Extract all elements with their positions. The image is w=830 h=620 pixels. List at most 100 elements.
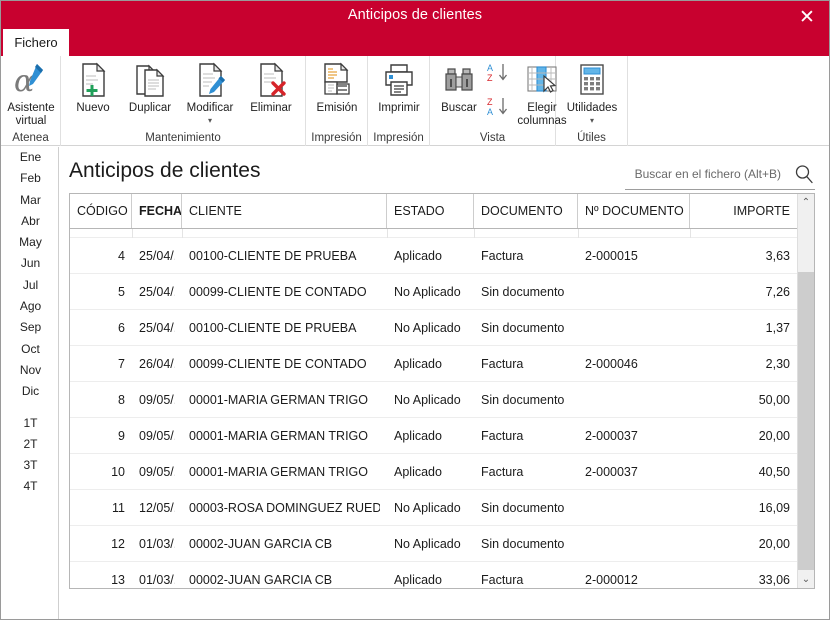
ribbon-group-title-emision: Impresión (311, 132, 362, 144)
sidebar-month-jun[interactable]: Jun (2, 253, 59, 274)
table-row[interactable]: 4 25/04/... 00100-CLIENTE DE PRUEBA Aplicad… (70, 238, 797, 274)
table-cell-codigo: 4 (118, 249, 125, 263)
svg-text:Z: Z (487, 97, 493, 107)
table-header-estado[interactable]: ESTADO (387, 194, 474, 228)
sidebar-month-ago[interactable]: Ago (2, 296, 59, 317)
sidebar-quarter-4t[interactable]: 4T (2, 476, 59, 497)
table-cell-ndoc (585, 490, 683, 526)
sidebar-month-ene[interactable]: Ene (2, 147, 59, 168)
sidebar-month-feb[interactable]: Feb (2, 168, 59, 189)
utilidades-button[interactable]: Utilidades ▾ (556, 60, 628, 125)
table-cell-ndoc: 2-000046 (585, 357, 638, 371)
sidebar-month-oct[interactable]: Oct (2, 339, 59, 360)
scroll-up-icon[interactable]: ⌃ (798, 194, 814, 211)
table-cell-ndoc: 2-000015 (585, 249, 638, 263)
table-row-partial (70, 229, 797, 238)
table-header-row: CÓDIGO FECHA CLIENTE ESTADO DOCUMENTO Nº DOCU… (70, 194, 814, 229)
sidebar-month-jul[interactable]: Jul (2, 275, 59, 296)
sidebar-quarter-3t[interactable]: 3T (2, 455, 59, 476)
svg-text:Z: Z (487, 73, 493, 83)
binoculars-icon (430, 60, 488, 100)
main-content: Anticipos de clientes CÓDIGOFECHACLIENTE… (59, 147, 829, 619)
table-body: 4 25/04/... 00100-CLIENTE DE PRUEBA Aplicad… (70, 229, 797, 588)
table-cell-cliente: 00002-JUAN GARCIA CB (189, 537, 333, 551)
vertical-scrollbar[interactable]: ⌃ ⌄ (797, 194, 814, 588)
scroll-down-icon[interactable]: ⌄ (798, 571, 814, 588)
chevron-down-icon[interactable]: ▾ (179, 116, 241, 125)
buscar-button[interactable]: Buscar (430, 60, 488, 115)
sidebar-month-sep[interactable]: Sep (2, 317, 59, 338)
table-row[interactable]: 9 09/05/... 00001-MARIA GERMAN TRIGO Aplica… (70, 418, 797, 454)
eliminar-label: Eliminar (250, 102, 292, 114)
table-cell-codigo: 5 (118, 285, 125, 299)
table-row[interactable]: 6 25/04/... 00100-CLIENTE DE PRUEBA No Apli… (70, 310, 797, 346)
table-cell-cliente: 00100-CLIENTE DE PRUEBA (189, 249, 357, 263)
table-cell-fecha: 26/04/... (139, 357, 175, 371)
buscar-label: Buscar (441, 102, 477, 114)
sidebar-month-abr[interactable]: Abr (2, 211, 59, 232)
close-icon[interactable]: ✕ (793, 5, 821, 29)
eliminar-button[interactable]: Eliminar (241, 60, 301, 115)
table-cell-ndoc: 2-000037 (585, 429, 638, 443)
table-cell-cliente: 00099-CLIENTE DE CONTADO (189, 285, 367, 299)
scrollbar-thumb[interactable] (798, 272, 814, 570)
sidebar-month-may[interactable]: May (2, 232, 59, 253)
sidebar-quarter-1t[interactable]: 1T (2, 413, 59, 434)
table-header-importe[interactable]: IMPORTE (690, 194, 797, 228)
ribbon-group-impresion: Imprimir Impresión (368, 56, 430, 146)
table-row[interactable]: 11 12/05/... 00003-ROSA DOMINGUEZ RUEDA No … (70, 490, 797, 526)
table-row[interactable]: 13 01/03/... 00002-JUAN GARCIA CB Aplicado F… (70, 562, 797, 588)
table-cell-codigo: 12 (111, 537, 125, 551)
emision-button[interactable]: Emisión (306, 60, 368, 115)
table-cell-documento: Factura (481, 249, 524, 263)
tab-fichero[interactable]: Fichero (3, 29, 69, 56)
table-row[interactable]: 5 25/04/... 00099-CLIENTE DE CONTADO No Apl… (70, 274, 797, 310)
document-copy-icon (121, 60, 179, 100)
table-header-ndoc[interactable]: Nº DOCUMENTO (578, 194, 690, 228)
nuevo-button[interactable]: Nuevo (65, 60, 121, 115)
table-cell-ndoc (585, 526, 683, 562)
table-cell-codigo: 6 (118, 321, 125, 335)
table-cell-fecha: 25/04/... (139, 249, 175, 263)
table-row[interactable]: 7 26/04/... 00099-CLIENTE DE CONTADO Aplica… (70, 346, 797, 382)
table-cell-ndoc (585, 382, 683, 418)
table-cell-documento: Factura (481, 429, 524, 443)
table-cell-importe: 1,37 (765, 321, 790, 335)
ribbon-group-atenea: α Asistente virtual Atenea (1, 56, 61, 146)
sort-descending-button[interactable]: Z A (486, 96, 512, 122)
svg-text:A: A (487, 107, 493, 117)
ribbon-group-title-mantenimiento: Mantenimiento (145, 132, 221, 144)
search-icon[interactable] (793, 163, 815, 185)
nuevo-label: Nuevo (76, 102, 110, 114)
ribbon-group-utiles: Utilidades ▾ Útiles (556, 56, 628, 146)
modificar-button[interactable]: Modificar ▾ (179, 60, 241, 125)
table-cell-fecha: 09/05/... (139, 393, 175, 407)
table-cell-cliente: 00002-JUAN GARCIA CB (189, 573, 333, 587)
sidebar-month-dic[interactable]: Dic (2, 381, 59, 402)
ribbon-toolbar: α Asistente virtual Atenea Nuevo Duplica… (1, 56, 829, 146)
sidebar-quarter-2t[interactable]: 2T (2, 434, 59, 455)
sort-ascending-button[interactable]: A Z (486, 62, 512, 88)
application-window: Anticipos de clientes ✕ Fichero α Asiste… (0, 0, 830, 620)
table-cell-estado: No Aplicado (394, 393, 461, 407)
asistente-virtual-button[interactable]: α Asistente virtual (1, 60, 61, 128)
table-row[interactable]: 8 09/05/... 00001-MARIA GERMAN TRIGO No Apl… (70, 382, 797, 418)
table-cell-documento: Sin documento (481, 321, 565, 335)
table-cell-cliente: 00001-MARIA GERMAN TRIGO (189, 393, 368, 407)
chevron-down-icon-utilidades[interactable]: ▾ (556, 116, 628, 125)
sidebar-month-nov[interactable]: Nov (2, 360, 59, 381)
document-pencil-icon (179, 60, 241, 100)
table-header-codigo[interactable]: CÓDIGO (70, 194, 132, 228)
table-row[interactable]: 12 01/03/... 00002-JUAN GARCIA CB No Aplica… (70, 526, 797, 562)
table-cell-ndoc: 2-000012 (585, 573, 638, 587)
sidebar-month-mar[interactable]: Mar (2, 190, 59, 211)
search-input[interactable] (625, 162, 785, 186)
duplicar-button[interactable]: Duplicar (121, 60, 179, 115)
table-header-cliente[interactable]: CLIENTE (182, 194, 387, 228)
table-header-fecha[interactable]: FECHA (132, 194, 182, 228)
table-row[interactable]: 10 09/05/... 00001-MARIA GERMAN TRIGO Aplic… (70, 454, 797, 490)
table-header-documento[interactable]: DOCUMENTO (474, 194, 578, 228)
printer-icon (368, 60, 430, 100)
ribbon-group-emision: Emisión Impresión (306, 56, 368, 146)
imprimir-button[interactable]: Imprimir (368, 60, 430, 115)
